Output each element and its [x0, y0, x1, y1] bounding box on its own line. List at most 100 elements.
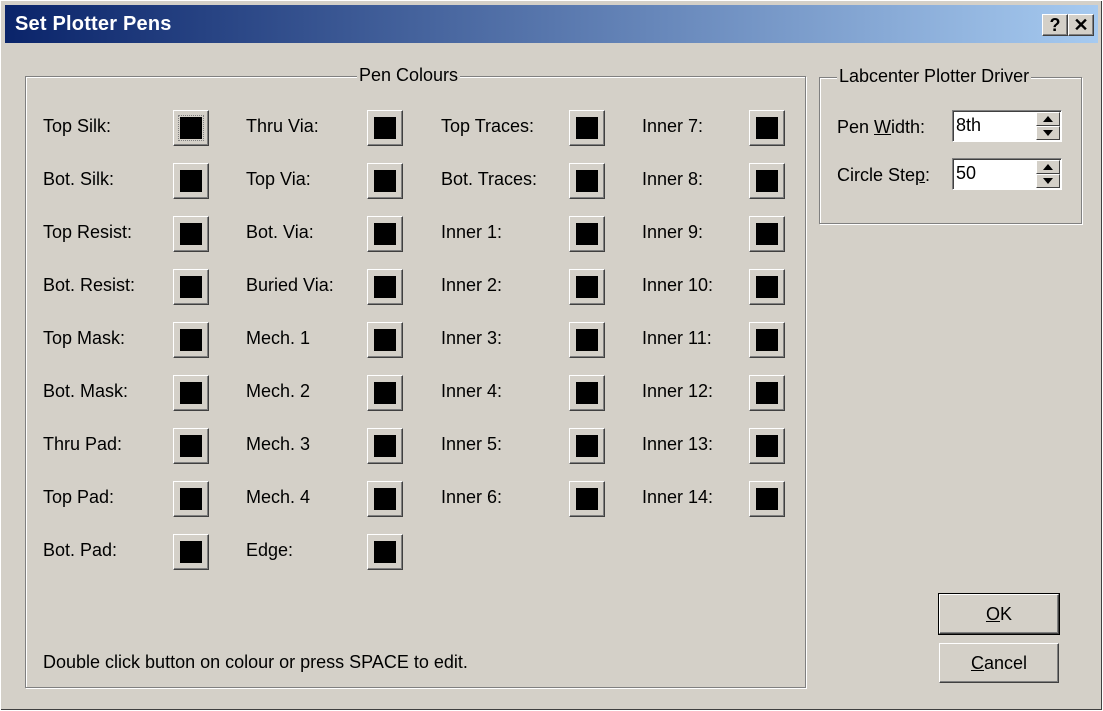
pen-colour-swatch [178, 115, 204, 141]
cancel-button[interactable]: Cancel [939, 643, 1059, 683]
plotter-driver-group-label: Labcenter Plotter Driver [837, 66, 1032, 87]
pen-colour-swatch [576, 435, 598, 457]
pen-colour-button[interactable] [749, 322, 785, 358]
close-button[interactable]: ✕ [1068, 14, 1094, 36]
pen-colour-button[interactable] [367, 163, 403, 199]
circle-step-spinbox[interactable] [952, 158, 1062, 190]
pen-label: Inner 10: [642, 275, 714, 295]
pen-width-down-arrow-icon[interactable] [1036, 126, 1060, 140]
help-button[interactable]: ? [1042, 14, 1068, 36]
pen-colour-swatch [374, 117, 396, 139]
pen-label: Thru Via: [246, 116, 319, 136]
pen-label: Inner 9: [642, 222, 704, 242]
pen-colour-button[interactable] [749, 216, 785, 252]
pen-label: Inner 3: [441, 328, 503, 348]
pen-colour-button[interactable] [749, 269, 785, 305]
circle-step-input[interactable] [956, 163, 1016, 184]
pen-width-label: Pen Width: [837, 117, 926, 137]
pen-colour-button[interactable] [569, 216, 605, 252]
pen-colour-swatch [374, 170, 396, 192]
pen-colour-button[interactable] [367, 534, 403, 570]
pen-colour-button[interactable] [173, 216, 209, 252]
pen-width-spinbox[interactable] [952, 110, 1062, 142]
pen-colour-button[interactable] [569, 428, 605, 464]
pen-colour-button[interactable] [749, 481, 785, 517]
pen-colour-swatch [756, 276, 778, 298]
pen-colour-button[interactable] [569, 375, 605, 411]
pen-colour-swatch [374, 435, 396, 457]
pen-label: Inner 14: [642, 487, 714, 507]
pen-colour-button[interactable] [749, 163, 785, 199]
pen-colour-button[interactable] [749, 110, 785, 146]
pen-label: Inner 8: [642, 169, 704, 189]
pen-colour-button[interactable] [367, 481, 403, 517]
pen-colour-button[interactable] [173, 110, 209, 146]
pen-width-spinner[interactable] [1036, 112, 1060, 140]
pen-label: Bot. Silk: [43, 169, 115, 189]
window-title: Set Plotter Pens [15, 13, 172, 35]
pen-label: Mech. 2 [246, 381, 311, 401]
pen-colour-button[interactable] [367, 322, 403, 358]
pen-label: Top Resist: [43, 222, 133, 242]
pen-colour-swatch [180, 435, 202, 457]
pen-label: Bot. Mask: [43, 381, 129, 401]
circle-step-up-arrow-icon[interactable] [1036, 160, 1060, 174]
pen-colour-button[interactable] [367, 110, 403, 146]
pen-label: Inner 4: [441, 381, 503, 401]
pen-label: Top Via: [246, 169, 311, 189]
pen-label: Inner 5: [441, 434, 503, 454]
pen-colour-swatch [374, 329, 396, 351]
pen-label: Top Mask: [43, 328, 126, 348]
pen-colour-button[interactable] [367, 428, 403, 464]
pen-colour-swatch [180, 276, 202, 298]
pen-colour-button[interactable] [569, 110, 605, 146]
pen-colour-swatch [374, 488, 396, 510]
pen-colour-swatch [576, 223, 598, 245]
pen-colour-button[interactable] [749, 375, 785, 411]
pen-colour-swatch [180, 488, 202, 510]
pen-label: Bot. Resist: [43, 275, 136, 295]
pen-colour-button[interactable] [569, 163, 605, 199]
pen-colour-swatch [180, 541, 202, 563]
edit-hint: Double click button on colour or press S… [43, 652, 468, 672]
pen-colour-button[interactable] [749, 428, 785, 464]
pen-colour-swatch [756, 170, 778, 192]
pen-label: Inner 13: [642, 434, 714, 454]
circle-step-label: Circle Step: [837, 165, 931, 185]
title-bar[interactable]: Set Plotter Pens ? ✕ [5, 5, 1098, 43]
pen-colour-button[interactable] [173, 163, 209, 199]
pen-colour-button[interactable] [173, 534, 209, 570]
pen-label: Bot. Pad: [43, 540, 118, 560]
pen-colour-button[interactable] [173, 481, 209, 517]
pen-colour-button[interactable] [173, 322, 209, 358]
pen-label: Edge: [246, 540, 294, 560]
pen-width-input[interactable] [956, 115, 1016, 136]
pen-colour-swatch [180, 329, 202, 351]
pen-label: Inner 12: [642, 381, 714, 401]
pen-label: Bot. Traces: [441, 169, 538, 189]
pen-colour-swatch [576, 488, 598, 510]
pen-colour-button[interactable] [569, 322, 605, 358]
pen-colour-button[interactable] [367, 269, 403, 305]
pen-colour-swatch [576, 117, 598, 139]
pen-colour-swatch [180, 223, 202, 245]
pen-colour-swatch [374, 276, 396, 298]
pen-colour-button[interactable] [173, 375, 209, 411]
pen-colour-swatch [576, 170, 598, 192]
pen-width-up-arrow-icon[interactable] [1036, 112, 1060, 126]
pen-colour-button[interactable] [367, 375, 403, 411]
circle-step-down-arrow-icon[interactable] [1036, 174, 1060, 188]
pen-colour-swatch [374, 382, 396, 404]
pen-colour-swatch [374, 223, 396, 245]
ok-button[interactable]: OK [938, 593, 1060, 635]
pen-label: Inner 6: [441, 487, 503, 507]
pen-colour-button[interactable] [569, 269, 605, 305]
pen-colour-button[interactable] [173, 428, 209, 464]
circle-step-spinner[interactable] [1036, 160, 1060, 188]
pen-colour-button[interactable] [367, 216, 403, 252]
pen-label: Thru Pad: [43, 434, 123, 454]
pen-colour-button[interactable] [569, 481, 605, 517]
pen-label: Top Silk: [43, 116, 112, 136]
pen-colour-button[interactable] [173, 269, 209, 305]
pen-label: Inner 11: [642, 328, 712, 348]
